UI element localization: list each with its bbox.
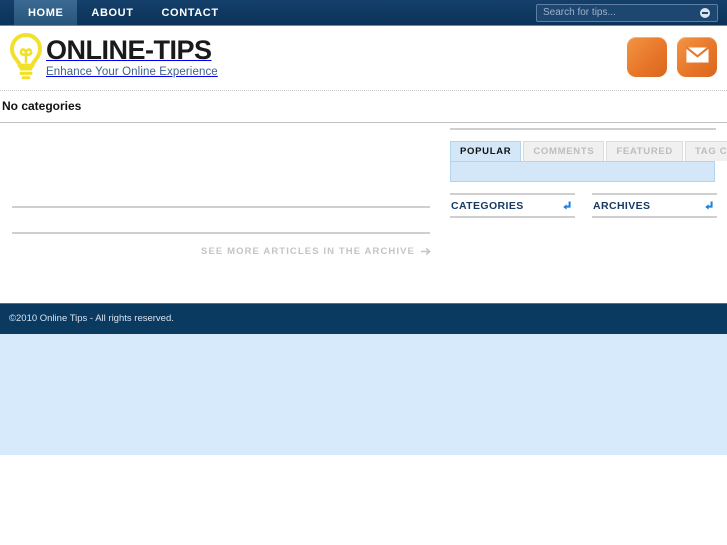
sidebar-widgets: CATEGORIES ARCHIVES — [450, 193, 718, 218]
nav-item-about[interactable]: ABOUT — [77, 0, 147, 25]
top-navigation-bar: HOME ABOUT CONTACT — [0, 0, 727, 26]
page-background-fill — [0, 334, 727, 455]
article-divider — [12, 232, 430, 234]
category-strip: No categories — [0, 90, 727, 123]
site-logo[interactable]: ONLINE-TIPS Enhance Your Online Experien… — [8, 32, 218, 82]
copyright-text: ©2010 Online Tips - All rights reserved. — [9, 313, 174, 324]
page-blank-area — [0, 455, 727, 545]
lightbulb-icon — [8, 32, 44, 82]
widget-categories: CATEGORIES — [450, 193, 575, 218]
article-list-column: SEE MORE ARTICLES IN THE ARCHIVE — [8, 123, 432, 303]
see-more-articles-label: SEE MORE ARTICLES IN THE ARCHIVE — [201, 246, 415, 257]
social-buttons — [627, 37, 717, 77]
widget-archives: ARCHIVES — [592, 193, 717, 218]
widget-categories-title: CATEGORIES — [451, 199, 524, 212]
email-subscribe-button[interactable] — [677, 37, 717, 77]
site-tagline: Enhance Your Online Experience — [46, 65, 218, 78]
sidebar-tabs: POPULAR COMMENTS FEATURED TAG CLOUD — [450, 141, 727, 161]
search-box[interactable] — [536, 4, 718, 22]
see-more-articles-link[interactable]: SEE MORE ARTICLES IN THE ARCHIVE — [201, 246, 432, 257]
widget-categories-header[interactable]: CATEGORIES — [450, 193, 575, 218]
tab-content-panel — [450, 161, 715, 182]
nav-item-home[interactable]: HOME — [14, 0, 78, 25]
logo-text-block: ONLINE-TIPS Enhance Your Online Experien… — [46, 36, 218, 79]
search-submit-icon — [700, 8, 710, 18]
search-submit-button[interactable] — [696, 5, 714, 21]
widget-archives-header[interactable]: ARCHIVES — [592, 193, 717, 218]
site-title: ONLINE-TIPS — [46, 34, 212, 65]
site-header: ONLINE-TIPS Enhance Your Online Experien… — [0, 26, 727, 90]
search-input[interactable] — [537, 5, 696, 21]
tab-comments[interactable]: COMMENTS — [523, 141, 605, 161]
nav-item-contact[interactable]: CONTACT — [148, 0, 233, 25]
site-footer: ©2010 Online Tips - All rights reserved. — [0, 303, 727, 334]
main-content: SEE MORE ARTICLES IN THE ARCHIVE POPULAR… — [0, 123, 727, 303]
envelope-icon — [685, 46, 709, 68]
rss-subscribe-button[interactable] — [627, 37, 667, 77]
sidebar-top-divider — [450, 128, 716, 130]
tab-featured[interactable]: FEATURED — [606, 141, 683, 161]
no-categories-label: No categories — [2, 99, 82, 113]
tab-popular[interactable]: POPULAR — [450, 141, 522, 161]
tab-tag-cloud[interactable]: TAG CLOUD — [685, 141, 727, 161]
arrow-right-icon — [421, 247, 432, 256]
main-nav: HOME ABOUT CONTACT — [14, 0, 233, 25]
sidebar-column: POPULAR COMMENTS FEATURED TAG CLOUD CATE… — [448, 123, 727, 303]
article-divider — [12, 206, 430, 208]
collapse-arrow-icon[interactable] — [561, 200, 573, 212]
widget-archives-title: ARCHIVES — [593, 199, 651, 212]
collapse-arrow-icon[interactable] — [703, 200, 715, 212]
